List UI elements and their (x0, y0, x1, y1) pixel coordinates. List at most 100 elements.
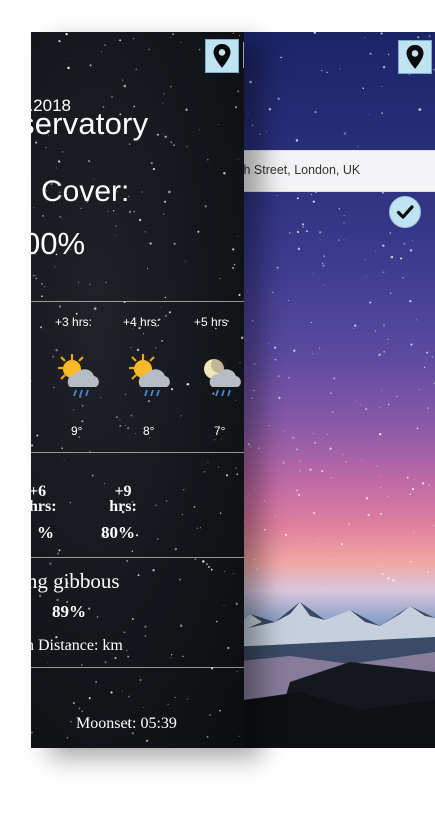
star (216, 620, 218, 623)
star (365, 497, 369, 500)
star (69, 502, 71, 504)
star (130, 346, 132, 349)
star (81, 710, 83, 712)
star (423, 366, 426, 369)
star (248, 494, 250, 496)
star (342, 454, 344, 456)
hourly-temp: 7° (214, 424, 226, 438)
star (387, 403, 390, 406)
star (87, 159, 91, 163)
star (387, 53, 390, 56)
star (119, 425, 122, 427)
star (321, 470, 324, 473)
star (119, 39, 122, 42)
star (338, 239, 341, 242)
star (207, 158, 209, 161)
location-pin-button[interactable] (398, 40, 432, 74)
star (368, 113, 370, 115)
star (268, 425, 270, 426)
star (180, 41, 182, 44)
star (421, 482, 425, 485)
star (369, 52, 372, 55)
star (143, 706, 144, 708)
star (170, 657, 172, 659)
star (396, 395, 398, 398)
star (299, 460, 301, 462)
star (329, 392, 332, 394)
star (33, 207, 35, 209)
star (409, 249, 413, 252)
star (111, 95, 113, 98)
star (413, 531, 416, 534)
star (417, 36, 420, 39)
location-title: servatory (31, 106, 149, 141)
star (72, 702, 75, 704)
star (428, 484, 430, 487)
star (179, 624, 183, 627)
star (40, 326, 43, 329)
star (235, 106, 237, 108)
hourly-temp: 8° (143, 424, 155, 438)
location-pin-button[interactable] (205, 39, 239, 73)
star (238, 158, 240, 160)
star (369, 301, 372, 304)
star (292, 436, 295, 439)
star (130, 414, 133, 417)
star (381, 112, 384, 115)
star (38, 594, 42, 598)
star (93, 307, 97, 310)
address-field[interactable]: th Street, London, UK (230, 150, 435, 192)
star (323, 255, 326, 257)
star (310, 321, 312, 324)
star (333, 377, 336, 380)
star (77, 282, 80, 284)
star (258, 447, 260, 450)
divider (31, 452, 244, 453)
star (164, 296, 166, 299)
star (223, 604, 225, 606)
star (58, 40, 61, 43)
star (224, 570, 226, 572)
star (202, 560, 205, 563)
star (135, 68, 137, 70)
star (31, 731, 33, 734)
star (114, 656, 117, 660)
star (231, 266, 235, 269)
star (182, 655, 184, 658)
mountain-landscape (230, 602, 435, 748)
star (42, 215, 44, 217)
star (218, 124, 220, 125)
confirm-button[interactable] (389, 196, 421, 228)
location-pin-icon (406, 45, 424, 69)
star (31, 444, 34, 447)
star (223, 171, 226, 175)
star (259, 133, 261, 135)
star (137, 574, 140, 577)
star (170, 653, 173, 656)
star (169, 37, 171, 38)
star (309, 468, 312, 472)
star (96, 616, 99, 618)
star (204, 205, 207, 208)
star (411, 487, 415, 491)
star (80, 664, 83, 666)
star (186, 382, 190, 386)
star (170, 141, 173, 144)
star (313, 432, 314, 434)
star (240, 336, 244, 340)
star (296, 448, 298, 451)
star (317, 538, 320, 540)
moon-phase: ing gibbous (31, 569, 120, 593)
star (78, 707, 81, 710)
star (56, 598, 59, 602)
star (382, 244, 385, 247)
star (72, 409, 75, 411)
star (247, 113, 249, 115)
star (237, 236, 239, 237)
star (61, 447, 64, 450)
star (164, 200, 167, 203)
star (126, 649, 128, 652)
star (126, 560, 128, 562)
star (36, 434, 39, 437)
star (32, 274, 35, 277)
